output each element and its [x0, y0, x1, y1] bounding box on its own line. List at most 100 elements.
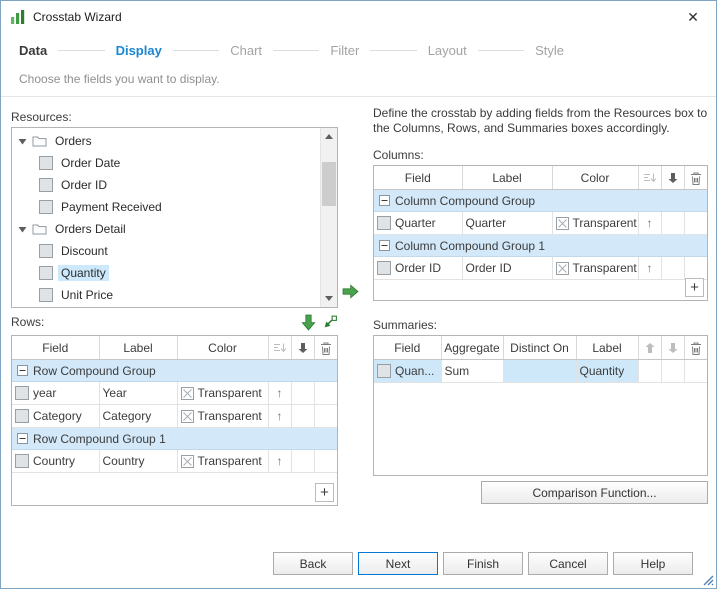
move-down-icon[interactable]	[291, 336, 315, 360]
color-cell[interactable]: Transparent	[177, 404, 269, 428]
aggregate-cell[interactable]: Sum	[441, 359, 504, 383]
columns-header-label: Label	[462, 166, 553, 190]
label-cell[interactable]: Year	[99, 381, 178, 405]
field-cell[interactable]: Category	[12, 404, 100, 428]
transparent-swatch-icon	[181, 410, 194, 423]
rows-group-row[interactable]: Row Compound Group 1	[12, 427, 337, 450]
move-up-button[interactable]: ↑	[268, 404, 292, 428]
field-icon	[39, 244, 53, 258]
pivot-button[interactable]	[322, 314, 338, 330]
step-chart[interactable]: Chart	[230, 43, 262, 58]
tree-item-orders[interactable]: Orders	[12, 130, 321, 152]
wizard-subtitle: Choose the fields you want to display.	[19, 72, 220, 86]
tree-item-order-id[interactable]: Order ID	[12, 174, 321, 196]
resize-grip[interactable]	[702, 574, 714, 586]
expand-icon[interactable]	[18, 225, 27, 234]
label-cell[interactable]: Category	[99, 404, 178, 428]
columns-group-row[interactable]: Column Compound Group 1	[374, 234, 707, 257]
add-field-button[interactable]: +	[685, 278, 704, 297]
next-button[interactable]: Next	[358, 552, 438, 575]
empty-cell	[638, 359, 662, 383]
rows-field-row-country: Country Country Transparent ↑	[12, 449, 337, 473]
sort-icon[interactable]	[638, 166, 662, 190]
tree-item-payment-received[interactable]: Payment Received	[12, 196, 321, 218]
step-data[interactable]: Data	[19, 43, 47, 58]
collapse-icon[interactable]	[379, 240, 390, 251]
rows-header-label: Label	[99, 336, 178, 360]
empty-cell	[291, 381, 315, 405]
move-up-button[interactable]: ↑	[638, 211, 662, 235]
delete-icon[interactable]	[684, 166, 707, 190]
finish-button[interactable]: Finish	[443, 552, 523, 575]
titlebar: Crosstab Wizard ✕	[1, 1, 716, 33]
step-display[interactable]: Display	[116, 43, 162, 58]
tree-item-order-date[interactable]: Order Date	[12, 152, 321, 174]
move-down-icon[interactable]	[661, 166, 685, 190]
collapse-icon[interactable]	[17, 365, 28, 376]
color-cell[interactable]: Transparent	[552, 256, 639, 280]
field-icon	[377, 364, 391, 378]
field-cell[interactable]: Quarter	[374, 211, 463, 235]
label-cell[interactable]: Country	[99, 449, 178, 473]
move-up-button[interactable]: ↑	[268, 449, 292, 473]
tree-item-quantity[interactable]: Quantity	[12, 262, 321, 284]
transparent-swatch-icon	[181, 387, 194, 400]
resources-tree: Orders Order Date Order ID Payment Recei…	[11, 127, 338, 308]
cancel-button[interactable]: Cancel	[528, 552, 608, 575]
transparent-swatch-icon	[556, 217, 569, 230]
expand-icon[interactable]	[18, 137, 27, 146]
move-up-icon[interactable]	[638, 336, 662, 360]
field-cell[interactable]: year	[12, 381, 100, 405]
color-cell[interactable]: Transparent	[177, 381, 269, 405]
sort-icon[interactable]	[268, 336, 292, 360]
scroll-down-icon[interactable]	[321, 291, 337, 306]
tree-item-orders-detail[interactable]: Orders Detail	[12, 218, 321, 240]
field-icon	[39, 266, 53, 280]
field-cell[interactable]: Quan...	[374, 359, 442, 383]
close-icon[interactable]: ✕	[680, 9, 706, 26]
add-to-rows-button[interactable]	[301, 314, 316, 331]
add-to-crosstab-button[interactable]	[342, 284, 359, 299]
field-cell[interactable]: Country	[12, 449, 100, 473]
collapse-icon[interactable]	[17, 433, 28, 444]
step-layout[interactable]: Layout	[428, 43, 467, 58]
back-button[interactable]: Back	[273, 552, 353, 575]
step-style[interactable]: Style	[535, 43, 564, 58]
comparison-function-button[interactable]: Comparison Function...	[481, 481, 708, 504]
empty-cell	[291, 404, 315, 428]
empty-cell	[314, 449, 337, 473]
field-cell[interactable]: Order ID	[374, 256, 463, 280]
label-cell[interactable]: Order ID	[462, 256, 553, 280]
add-field-button[interactable]: +	[315, 483, 334, 502]
tree-item-discount[interactable]: Discount	[12, 240, 321, 262]
columns-group-row[interactable]: Column Compound Group	[374, 189, 707, 212]
delete-icon[interactable]	[314, 336, 337, 360]
delete-icon[interactable]	[684, 336, 707, 360]
step-filter[interactable]: Filter	[330, 43, 359, 58]
scrollbar[interactable]	[320, 128, 337, 307]
move-down-icon[interactable]	[661, 336, 685, 360]
collapse-icon[interactable]	[379, 195, 390, 206]
tree-item-unit-price[interactable]: Unit Price	[12, 284, 321, 306]
scroll-up-icon[interactable]	[321, 129, 337, 144]
rows-group-row[interactable]: Row Compound Group	[12, 359, 337, 382]
columns-header-field: Field	[374, 166, 463, 190]
tree-item-label: Orders	[55, 134, 92, 148]
rows-field-row-year: year Year Transparent ↑	[12, 381, 337, 405]
distinct-on-cell[interactable]	[503, 359, 577, 383]
empty-cell	[661, 256, 685, 280]
color-cell[interactable]: Transparent	[177, 449, 269, 473]
move-up-button[interactable]: ↑	[268, 381, 292, 405]
crosstab-wizard-dialog: Crosstab Wizard ✕ Data Display Chart Fil…	[0, 0, 717, 589]
step-separator	[370, 49, 417, 51]
resources-label: Resources:	[11, 110, 72, 124]
scrollbar-thumb[interactable]	[322, 162, 336, 206]
help-button[interactable]: Help	[613, 552, 693, 575]
label-cell[interactable]: Quarter	[462, 211, 553, 235]
transparent-swatch-icon	[181, 455, 194, 468]
label-cell[interactable]: Quantity	[576, 359, 639, 383]
empty-cell	[314, 404, 337, 428]
color-cell[interactable]: Transparent	[552, 211, 639, 235]
empty-cell	[684, 359, 707, 383]
move-up-button[interactable]: ↑	[638, 256, 662, 280]
